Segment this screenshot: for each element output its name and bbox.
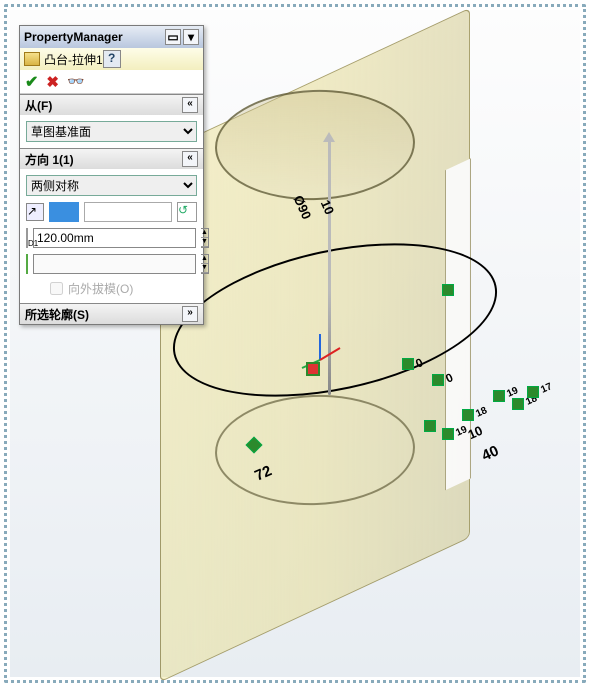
from-section: 从(F) « 草图基准面: [20, 94, 203, 148]
depth-input[interactable]: [33, 228, 196, 248]
sketch-relation-icon[interactable]: [462, 409, 474, 421]
draft-icon[interactable]: [26, 254, 28, 274]
sketch-relation-icon[interactable]: [442, 428, 454, 440]
panel-titlebar: PropertyManager ▭ ▾: [20, 26, 203, 48]
draft-outward-label: 向外拔模(O): [68, 280, 133, 297]
sketch-relation-icon[interactable]: [402, 358, 414, 370]
sketch-relation-icon[interactable]: [527, 386, 539, 398]
confirm-toolbar: ✔ ✖ 👓: [20, 70, 203, 94]
from-condition-select[interactable]: 草图基准面: [26, 121, 197, 142]
property-manager-panel: PropertyManager ▭ ▾ 凸台-拉伸1 ? ✔ ✖ 👓 从(F) …: [19, 25, 204, 325]
depth-spinner[interactable]: ▲▼: [201, 228, 209, 248]
relation-tag: 18: [474, 405, 489, 420]
undo-button[interactable]: ↺: [177, 202, 197, 222]
direction1-header: 方向 1(1): [25, 151, 74, 168]
selected-contours-header: 所选轮廓(S): [25, 306, 89, 323]
dimension-40[interactable]: 40: [479, 442, 501, 464]
panel-title: PropertyManager: [24, 30, 123, 44]
feature-header: 凸台-拉伸1 ?: [20, 48, 203, 70]
expand-button[interactable]: »: [182, 306, 198, 322]
selected-contours-section: 所选轮廓(S) »: [20, 303, 203, 324]
sketch-relation-icon[interactable]: [442, 284, 454, 296]
sketch-relation-icon[interactable]: [432, 374, 444, 386]
direction-selection-box[interactable]: [84, 202, 172, 222]
direction1-section: 方向 1(1) « 两侧对称 ↗ ↺ D1 ▲▼ ▲▼: [20, 148, 203, 303]
direction-swatch: [49, 202, 79, 222]
detailed-preview-button[interactable]: 👓: [67, 73, 84, 90]
draft-outward-checkbox: [50, 282, 63, 295]
feature-name: 凸台-拉伸1: [44, 51, 103, 68]
sketch-relation-icon[interactable]: [493, 390, 505, 402]
draft-angle-input: [33, 254, 196, 274]
sketch-origin: [306, 362, 320, 376]
draft-spinner: ▲▼: [201, 254, 209, 274]
end-condition-select[interactable]: 两侧对称: [26, 175, 197, 196]
cancel-button[interactable]: ✖: [46, 73, 59, 91]
sketch-relation-icon[interactable]: [512, 398, 524, 410]
boss-extrude-icon: [24, 52, 40, 66]
depth-icon: D1: [26, 228, 28, 248]
reverse-direction-button[interactable]: ↗: [26, 203, 44, 221]
from-header: 从(F): [25, 97, 52, 114]
panel-nav-button[interactable]: ▭: [165, 29, 181, 45]
collapse-button[interactable]: «: [182, 97, 198, 113]
sketch-relation-icon[interactable]: [424, 420, 436, 432]
panel-menu-button[interactable]: ▾: [183, 29, 199, 45]
collapse-button[interactable]: «: [182, 151, 198, 167]
help-button[interactable]: ?: [103, 50, 121, 68]
ok-button[interactable]: ✔: [25, 72, 38, 92]
